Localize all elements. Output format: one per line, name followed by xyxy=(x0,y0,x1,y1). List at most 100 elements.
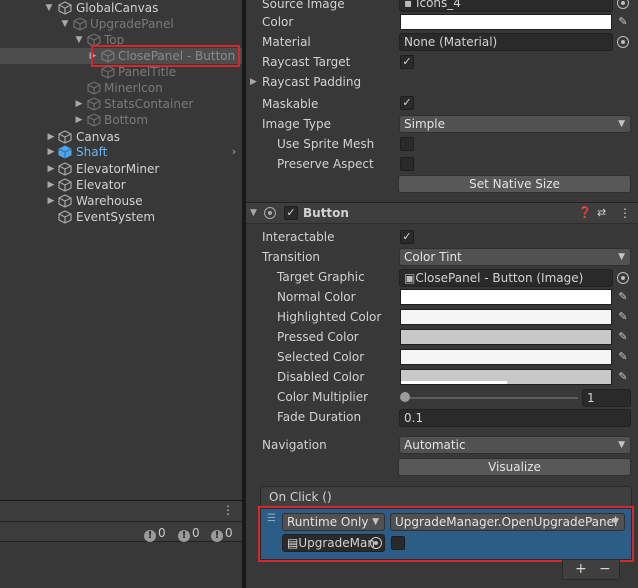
hierarchy-item-label: Bottom xyxy=(104,113,149,127)
button-enabled-checkbox[interactable]: ✓ xyxy=(284,206,298,220)
presets-icon[interactable]: ⇄ xyxy=(597,203,606,223)
gameobject-cube-icon xyxy=(58,209,72,225)
highlighted-color-swatch[interactable] xyxy=(400,309,612,325)
visualize-button[interactable]: Visualize xyxy=(398,458,631,476)
hierarchy-item-elevatorminer[interactable]: ▶ ElevatorMiner xyxy=(0,161,242,177)
object-picker-icon[interactable] xyxy=(617,272,629,284)
hierarchy-item-paneltitle[interactable]: PanelTitle xyxy=(0,64,242,80)
collapse-arrow-icon[interactable]: ▶ xyxy=(74,96,84,112)
hierarchy-item-upgradepanel[interactable]: ▼ UpgradePanel xyxy=(0,16,242,32)
collapse-arrow-icon[interactable]: ▶ xyxy=(46,193,56,209)
collapse-arrow-icon[interactable]: ▶ xyxy=(46,161,56,177)
gameobject-cube-icon xyxy=(58,177,72,193)
color-multiplier-field[interactable]: 1 xyxy=(582,389,631,407)
source-image-value: Icons_4 xyxy=(415,0,461,10)
remove-listener-button[interactable]: − xyxy=(599,561,611,577)
target-graphic-value: ClosePanel - Button (Image) xyxy=(415,271,584,285)
transition-dropdown[interactable]: Color Tint ▼ xyxy=(399,248,631,266)
hierarchy-item-globalcanvas[interactable]: ▼ GlobalCanvas xyxy=(0,0,242,16)
pressed-color-swatch[interactable] xyxy=(400,329,612,345)
fade-duration-label: Fade Duration xyxy=(277,410,362,424)
normal-color-swatch[interactable] xyxy=(400,289,612,305)
source-image-field[interactable]: ▪ Icons_4 xyxy=(399,0,613,12)
hierarchy-item-minericon[interactable]: MinerIcon xyxy=(0,80,242,96)
kebab-menu-icon[interactable]: ⋮ xyxy=(222,503,234,517)
hierarchy-item-label: StatsContainer xyxy=(104,97,194,111)
console-warning-count[interactable]: ! 0 xyxy=(178,525,200,542)
interactable-label: Interactable xyxy=(262,230,335,244)
foldout-arrow-icon[interactable]: ▶ xyxy=(250,72,257,92)
eyedropper-icon[interactable]: ✎ xyxy=(615,329,631,345)
color-multiplier-label: Color Multiplier xyxy=(277,390,369,404)
hierarchy-item-warehouse[interactable]: ▶ Warehouse xyxy=(0,193,242,209)
eyedropper-icon[interactable]: ✎ xyxy=(615,369,631,385)
component-menu-icon[interactable]: ⋮ xyxy=(619,203,631,223)
collapse-arrow-icon[interactable]: ▶ xyxy=(46,144,56,160)
navigation-dropdown[interactable]: Automatic ▼ xyxy=(399,436,631,454)
preserve-aspect-label: Preserve Aspect xyxy=(277,157,374,171)
gameobject-cube-icon xyxy=(87,96,101,112)
interactable-checkbox[interactable]: ✓ xyxy=(400,230,414,244)
image-icon: ▣ xyxy=(404,271,416,285)
help-icon[interactable]: ❓ xyxy=(578,203,592,223)
console-message-count[interactable]: ! 0 xyxy=(211,525,233,542)
maskable-checkbox[interactable]: ✓ xyxy=(400,96,414,110)
foldout-expanded-icon[interactable]: ▼ xyxy=(250,203,257,223)
selected-color-swatch[interactable] xyxy=(400,349,612,365)
hierarchy-item-label: Canvas xyxy=(76,130,121,144)
navigation-value: Automatic xyxy=(404,438,466,452)
color-swatch[interactable] xyxy=(400,14,612,30)
collapse-arrow-icon[interactable]: ▶ xyxy=(74,112,84,128)
chevron-down-icon: ▼ xyxy=(618,252,625,262)
highlighted-color-label: Highlighted Color xyxy=(277,310,382,324)
hierarchy-item-statscontainer[interactable]: ▶ StatsContainer xyxy=(0,96,242,112)
eyedropper-icon[interactable]: ✎ xyxy=(615,309,631,325)
gameobject-cube-icon xyxy=(73,16,87,32)
pressed-color-label: Pressed Color xyxy=(277,330,359,344)
material-field[interactable]: None (Material) xyxy=(399,33,613,51)
gameobject-cube-icon xyxy=(58,0,72,16)
collapse-arrow-icon[interactable]: ▶ xyxy=(46,129,56,145)
hierarchy-item-canvas[interactable]: ▶ Canvas xyxy=(0,129,242,145)
error-icon: ! xyxy=(144,530,156,542)
collapse-arrow-icon[interactable]: ▶ xyxy=(46,177,56,193)
normal-color-label: Normal Color xyxy=(277,290,356,304)
object-picker-icon[interactable] xyxy=(617,36,629,48)
hierarchy-item-elevator[interactable]: ▶ Elevator xyxy=(0,177,242,193)
onclick-header: On Click () xyxy=(260,486,632,508)
hierarchy-item-label: EventSystem xyxy=(76,210,156,224)
gameobject-cube-icon xyxy=(58,193,72,209)
eyedropper-icon[interactable]: ✎ xyxy=(615,289,631,305)
hierarchy-item-bottom[interactable]: ▶ Bottom xyxy=(0,112,242,128)
maskable-label: Maskable xyxy=(262,97,319,111)
add-listener-button[interactable]: + xyxy=(575,561,587,577)
set-native-size-button[interactable]: Set Native Size xyxy=(398,175,631,193)
target-graphic-field[interactable]: ▣ClosePanel - Button (Image) xyxy=(399,269,613,287)
onclick-footer: + − xyxy=(562,560,620,580)
transition-value: Color Tint xyxy=(404,250,462,264)
prefab-open-chevron-icon[interactable]: › xyxy=(229,144,239,160)
raycast-target-checkbox[interactable]: ✓ xyxy=(400,55,414,69)
image-type-dropdown[interactable]: Simple ▼ xyxy=(399,115,631,133)
expand-arrow-icon[interactable]: ▼ xyxy=(74,32,84,48)
error-count-label: 0 xyxy=(158,526,166,540)
selected-color-label: Selected Color xyxy=(277,350,365,364)
fade-duration-field[interactable]: 0.1 xyxy=(399,409,631,427)
eyedropper-icon[interactable]: ✎ xyxy=(615,14,631,30)
slider-knob[interactable] xyxy=(400,392,410,402)
preserve-aspect-checkbox[interactable] xyxy=(400,157,414,171)
use-sprite-mesh-checkbox[interactable] xyxy=(400,137,414,151)
raycast-padding-label[interactable]: Raycast Padding xyxy=(262,72,361,92)
hierarchy-item-label: Warehouse xyxy=(76,194,143,208)
transition-label: Transition xyxy=(262,250,321,264)
hierarchy-item-shaft[interactable]: ▶ Shaft › xyxy=(0,144,242,160)
expand-arrow-icon[interactable]: ▼ xyxy=(60,16,70,32)
hierarchy-item-eventsystem[interactable]: EventSystem xyxy=(0,209,242,225)
disabled-color-swatch[interactable] xyxy=(400,369,612,385)
expand-arrow-icon[interactable]: ▼ xyxy=(44,0,54,16)
color-multiplier-slider[interactable] xyxy=(404,397,578,399)
warning-count-label: 0 xyxy=(192,526,200,540)
eyedropper-icon[interactable]: ✎ xyxy=(615,349,631,365)
prefab-cube-icon xyxy=(58,144,72,160)
console-error-count[interactable]: ! 0 xyxy=(144,525,166,542)
